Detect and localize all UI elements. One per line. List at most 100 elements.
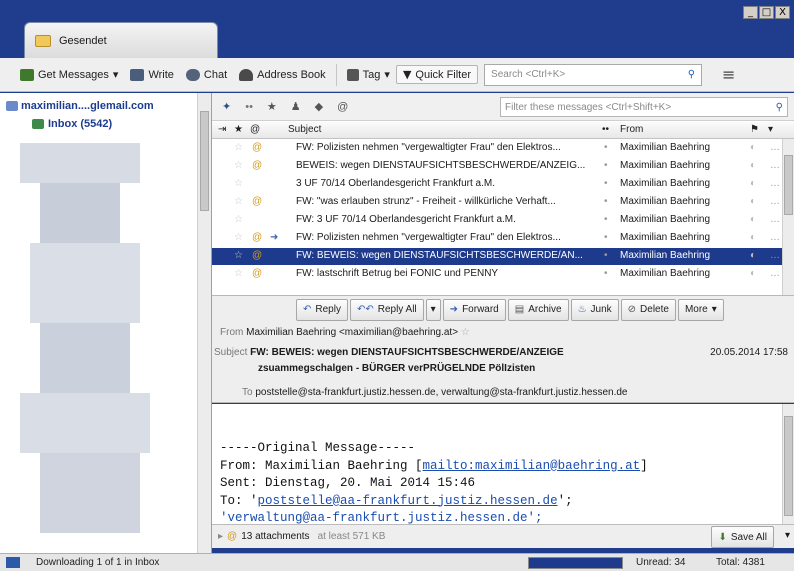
write-button[interactable]: Write	[124, 67, 179, 83]
row-menu-icon[interactable]: …	[770, 142, 780, 153]
contact-filter-icon[interactable]: ♟	[291, 100, 301, 113]
star-icon[interactable]: ☆	[234, 160, 243, 171]
blurred-folder	[40, 183, 120, 243]
read-status-icon[interactable]: •	[604, 160, 608, 171]
message-row[interactable]: ☆ FW: 3 UF 70/14 Oberlandesgericht Frankf…	[212, 212, 782, 229]
attachment-column-icon[interactable]: @	[250, 124, 260, 135]
paperclip-icon: @	[252, 160, 263, 171]
junk-status-icon[interactable]: ◐	[750, 214, 756, 225]
read-status-icon[interactable]: •	[604, 142, 608, 153]
row-menu-icon[interactable]: …	[770, 250, 780, 261]
forward-button[interactable]: ➜ Forward	[442, 298, 506, 321]
junk-status-icon[interactable]: ◐	[750, 268, 756, 279]
thread-column-icon[interactable]: ⇥	[218, 124, 226, 135]
star-icon[interactable]: ☆	[234, 250, 243, 261]
to-value[interactable]: poststelle@sta-frankfurt.justiz.hessen.d…	[255, 387, 627, 398]
row-menu-icon[interactable]: …	[770, 232, 780, 243]
message-row[interactable]: ☆ @ FW: "was erlauben strunz" - Freiheit -…	[212, 194, 782, 211]
connection-icon[interactable]	[6, 557, 20, 568]
read-status-icon[interactable]: •	[604, 178, 608, 189]
account-item[interactable]: maximilian....gl​email.com	[6, 100, 154, 112]
delete-button[interactable]: ⊘ Delete	[620, 298, 676, 321]
junk-column-icon[interactable]: ⚑	[750, 124, 759, 135]
star-icon[interactable]: ☆	[234, 214, 243, 225]
row-menu-icon[interactable]: …	[770, 196, 780, 207]
row-menu-icon[interactable]: …	[770, 268, 780, 279]
expand-icon[interactable]: ▸	[218, 531, 223, 542]
from-value[interactable]: Maximilian Baehring <maximilian@baehring…	[246, 327, 458, 338]
message-row[interactable]: ☆ @ FW: lastschrift Betrug bei FONIC und P…	[212, 266, 782, 283]
tab-gesendet[interactable]: Gesendet	[24, 22, 218, 58]
attachments-count[interactable]: 13 attachments	[241, 531, 309, 542]
star-icon[interactable]: ☆	[234, 196, 243, 207]
read-status-icon[interactable]: •	[604, 232, 608, 243]
address-book-button[interactable]: Address Book	[233, 67, 331, 83]
minimize-button[interactable]: _	[743, 6, 758, 19]
reply-all-button[interactable]: ↶↶ Reply All	[349, 298, 424, 321]
maximize-button[interactable]: □	[759, 6, 774, 19]
message-list-scrollbar[interactable]	[782, 139, 794, 295]
column-picker-icon[interactable]: ▾	[768, 124, 773, 135]
subject-column[interactable]: Subject	[288, 124, 321, 135]
junk-status-icon[interactable]: ◐	[750, 142, 756, 153]
body-to-link[interactable]: poststelle@aa-frankfurt.justiz.hessen.de	[258, 494, 558, 508]
message-row[interactable]: ☆ 3 UF 70/14 Oberlandesgericht Frankfurt …	[212, 176, 782, 193]
reply-button[interactable]: ↶ Reply	[296, 298, 348, 321]
star-icon[interactable]: ☆	[234, 178, 243, 189]
read-status-icon[interactable]: •	[604, 268, 608, 279]
junk-status-icon[interactable]: ◐	[750, 178, 756, 189]
save-all-dropdown[interactable]: ▾	[785, 530, 790, 541]
star-column-icon[interactable]: ★	[234, 124, 243, 135]
message-row[interactable]: ☆ @ FW: BEWEIS: wegen DIENSTAUFSICHTSBESCH…	[212, 248, 782, 265]
quick-filter-button[interactable]: ▼ Quick Filter	[395, 65, 479, 84]
read-column-icon[interactable]: ••	[602, 124, 609, 135]
junk-status-icon[interactable]: ◐	[750, 232, 756, 243]
unread-filter-icon[interactable]: ••	[245, 101, 253, 113]
archive-button[interactable]: ▤ Archive	[507, 298, 569, 321]
scroll-thumb[interactable]	[784, 416, 793, 516]
star-icon[interactable]: ☆	[234, 268, 243, 279]
filter-input[interactable]: Filter these messages <Ctrl+Shift+K> ⚲	[500, 97, 788, 117]
get-messages-button[interactable]: Get Messages ▾	[14, 66, 124, 83]
tag-filter-icon[interactable]: ◆	[315, 100, 323, 113]
starred-filter-icon[interactable]: ★	[267, 100, 277, 113]
body-scrollbar[interactable]	[782, 404, 794, 526]
chat-button[interactable]: Chat	[180, 67, 233, 83]
search-input[interactable]: Search <Ctrl+K> ⚲	[484, 63, 703, 86]
message-from: Maximilian Baehring	[620, 232, 711, 243]
message-body[interactable]: -----Original Message----- From: Maximil…	[212, 404, 794, 526]
chevron-down-icon[interactable]: ▾	[113, 68, 119, 81]
star-icon[interactable]: ☆	[234, 232, 243, 243]
filter-placeholder: Filter these messages <Ctrl+Shift+K>	[505, 101, 672, 113]
attachment-filter-icon[interactable]: @	[337, 101, 348, 113]
close-button[interactable]: X	[775, 6, 790, 19]
save-all-button[interactable]: ⬇ Save All	[711, 526, 774, 548]
read-status-icon[interactable]: •	[604, 196, 608, 207]
read-status-icon[interactable]: •	[604, 250, 608, 261]
row-menu-icon[interactable]: …	[770, 160, 780, 171]
message-row[interactable]: ☆ @ BEWEIS: wegen DIENSTAUFSICHTSBESCHWERD…	[212, 158, 782, 175]
body-from-link[interactable]: mailto:maximilian@baehring.at	[423, 459, 641, 473]
menu-icon[interactable]: ≡	[716, 63, 741, 86]
from-column[interactable]: From	[620, 124, 643, 135]
message-from: Maximilian Baehring	[620, 214, 711, 225]
tag-button[interactable]: Tag ▾	[341, 66, 396, 83]
more-button[interactable]: More ▾	[677, 298, 724, 321]
folder-inbox[interactable]: Inbox (5542)	[32, 118, 112, 130]
read-status-icon[interactable]: •	[604, 214, 608, 225]
star-icon[interactable]: ☆	[461, 327, 470, 338]
junk-status-icon[interactable]: ◐	[750, 196, 756, 207]
scroll-thumb[interactable]	[784, 155, 793, 215]
row-menu-icon[interactable]: …	[770, 178, 780, 189]
star-icon[interactable]: ☆	[234, 142, 243, 153]
message-row[interactable]: ☆ @ ➜ FW: Polizisten nehmen "vergewaltigter…	[212, 230, 782, 247]
junk-button[interactable]: ♨ Junk	[570, 298, 619, 321]
reply-all-dropdown[interactable]: ▾	[425, 298, 441, 321]
junk-status-icon[interactable]: ◐	[750, 250, 756, 261]
junk-status-icon[interactable]: ◐	[750, 160, 756, 171]
folder-scrollbar[interactable]	[197, 93, 211, 553]
message-row[interactable]: ☆ @ FW: Polizisten nehmen "vergewaltigter …	[212, 140, 782, 157]
pin-icon[interactable]: ✦	[222, 100, 231, 113]
scroll-thumb[interactable]	[200, 111, 209, 211]
row-menu-icon[interactable]: …	[770, 214, 780, 225]
